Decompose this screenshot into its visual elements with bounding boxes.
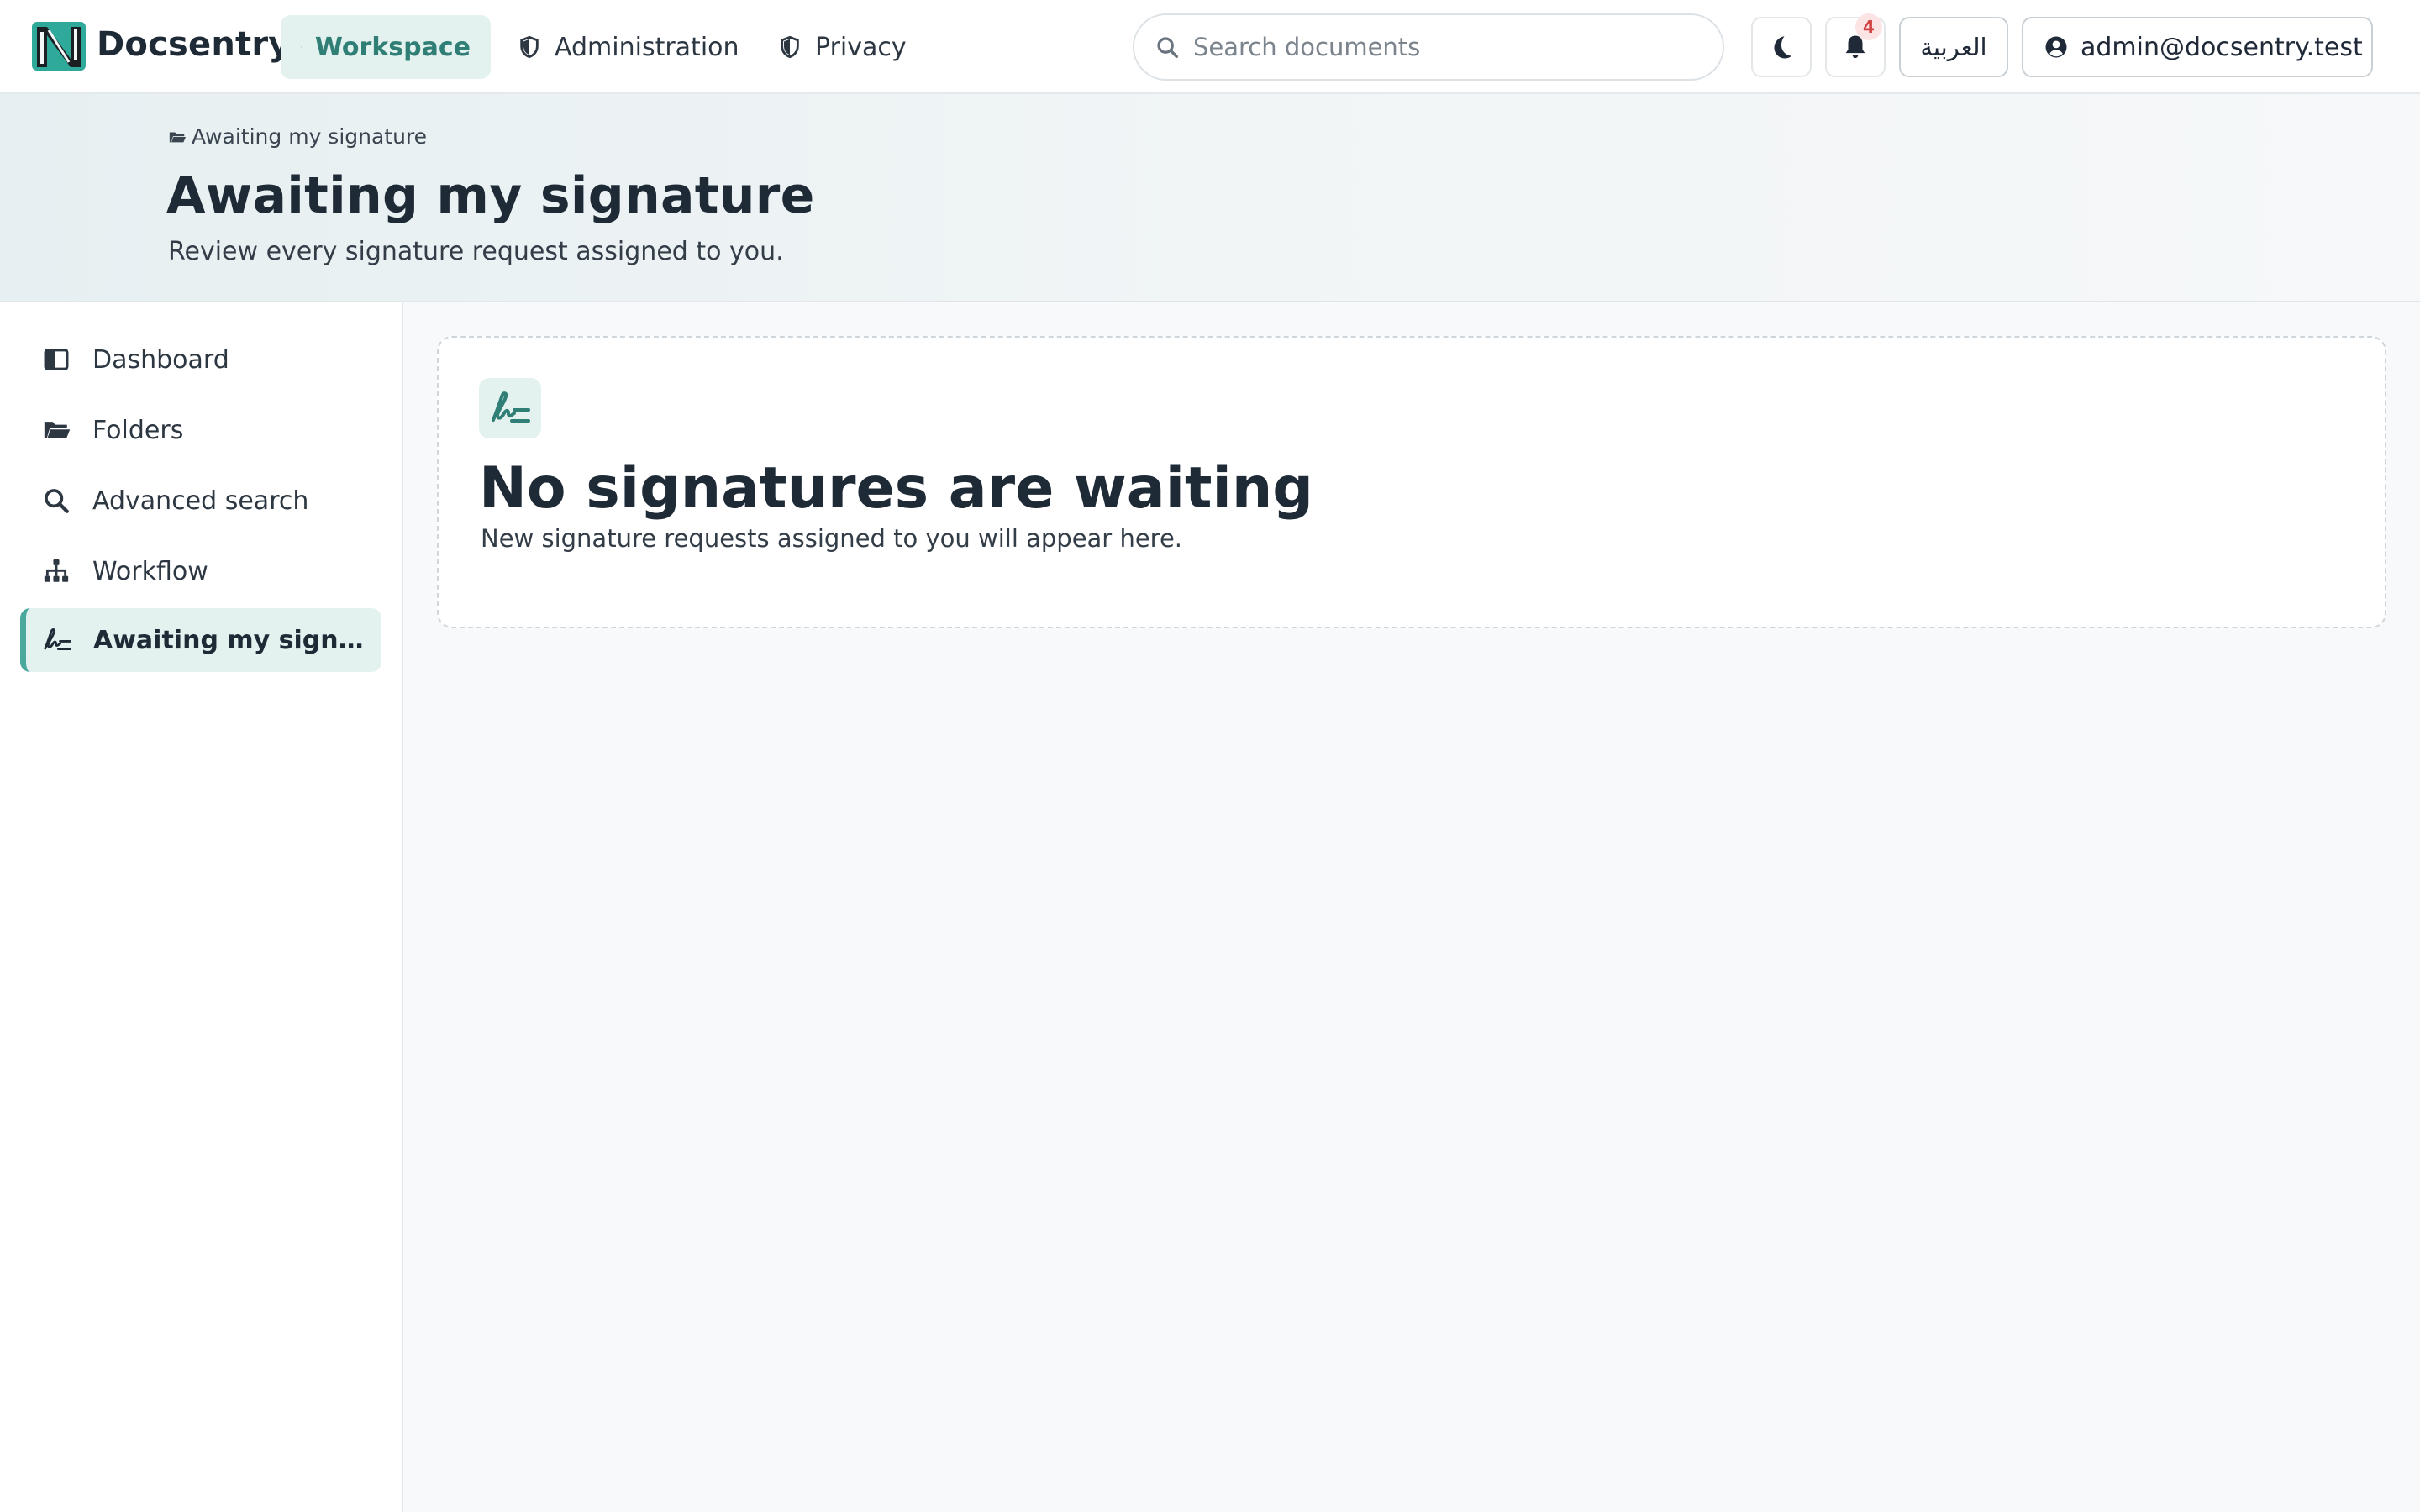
search-box[interactable]: [1133, 13, 1724, 81]
columns-icon: [301, 46, 302, 48]
signature-icon: [492, 391, 530, 423]
page-title: Awaiting my signature: [166, 166, 815, 225]
dashboard-icon: [44, 348, 69, 371]
signature-icon: [44, 628, 71, 651]
notifications-button[interactable]: 4: [1825, 13, 1886, 77]
notification-count-badge: 4: [1855, 13, 1882, 40]
language-switch-button[interactable]: العربية: [1899, 17, 2008, 77]
nav-administration[interactable]: Administration: [497, 15, 760, 79]
brand-name[interactable]: Docsentry: [97, 25, 291, 64]
search-icon: [1157, 37, 1178, 58]
empty-state-message: New signature requests assigned to you w…: [481, 524, 1183, 553]
nav-workspace[interactable]: Workspace: [281, 15, 491, 79]
search-icon: [45, 489, 69, 513]
folder-icon: [44, 422, 71, 438]
empty-state-icon-tile: [479, 378, 541, 438]
theme-toggle-button[interactable]: [1751, 17, 1812, 77]
empty-state-card: No signatures are waiting New signature …: [437, 336, 2386, 628]
breadcrumb-current[interactable]: Awaiting my signature: [192, 124, 427, 149]
sidebar-item-folders[interactable]: Folders: [20, 398, 381, 462]
sidebar-item-dashboard[interactable]: Dashboard: [20, 328, 381, 391]
shield-icon: [781, 35, 799, 59]
top-bar: Docsentry Workspace Administration Priva…: [0, 0, 2420, 94]
nav-privacy[interactable]: Privacy: [758, 15, 927, 79]
empty-state-title: No signatures are waiting: [479, 455, 1313, 522]
sidebar: Dashboard Folders Advanced search Workfl…: [0, 302, 403, 1512]
sidebar-item-advanced-search[interactable]: Advanced search: [20, 469, 381, 533]
page-subtitle: Review every signature request assigned …: [168, 237, 784, 266]
shield-icon: [520, 35, 539, 59]
nav-workspace-label: Workspace: [314, 32, 471, 62]
page-header: Awaiting my signature Awaiting my signat…: [0, 94, 2420, 302]
folder-open-icon: [169, 132, 187, 142]
user-menu-button[interactable]: admin@docsentry.test: [2022, 17, 2373, 77]
nav-administration-label: Administration: [555, 32, 739, 62]
sidebar-item-label: Folders: [92, 415, 184, 445]
sidebar-item-awaiting-signature[interactable]: Awaiting my signature: [20, 608, 381, 672]
sidebar-item-label: Advanced search: [92, 486, 309, 516]
moon-icon: [1774, 36, 1792, 59]
user-email: admin@docsentry.test: [2081, 32, 2363, 62]
docsentry-logo[interactable]: [32, 22, 86, 71]
sidebar-item-workflow[interactable]: Workflow: [20, 539, 381, 603]
search-input[interactable]: [1193, 33, 1697, 61]
user-circle-icon: [2045, 36, 2067, 58]
sitemap-icon: [44, 559, 69, 582]
nav-privacy-label: Privacy: [815, 32, 907, 62]
breadcrumb: Awaiting my signature: [168, 124, 427, 149]
sidebar-item-label: Awaiting my signature: [93, 625, 371, 655]
sidebar-item-label: Dashboard: [92, 344, 229, 375]
sidebar-item-label: Workflow: [92, 556, 208, 586]
